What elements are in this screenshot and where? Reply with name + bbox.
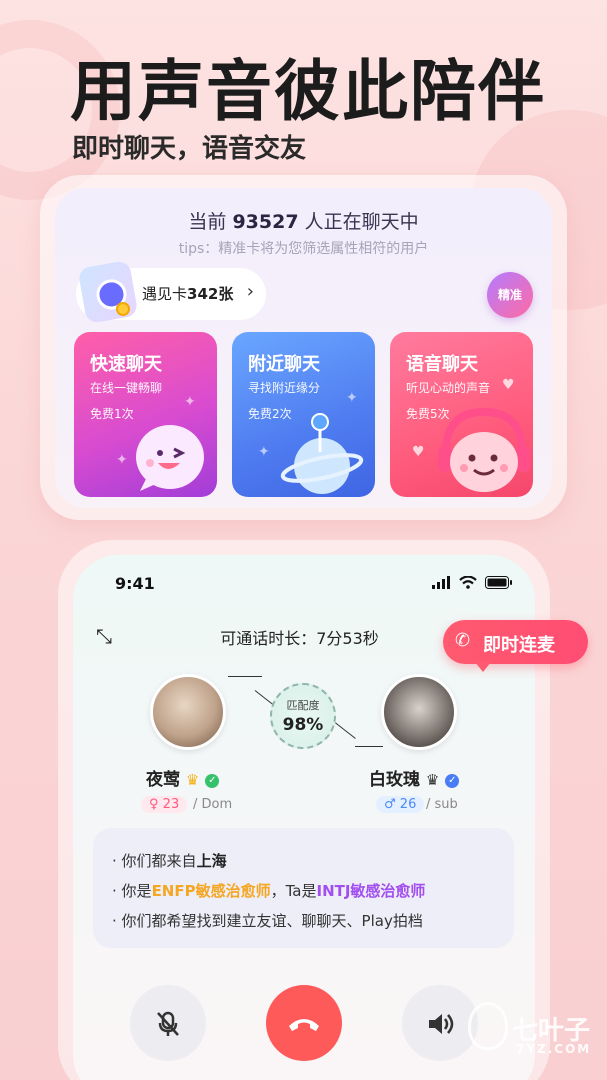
right-user-name: 白玫瑰 ♛ ✓ [369,765,460,790]
info-line-city: · 你们都来自上海 [112,852,227,870]
tile-desc: 在线一键畅聊 [90,381,163,395]
headphone-mascot-icon [438,407,530,492]
mute-icon [157,1011,179,1036]
instant-mic-button[interactable]: ✆ 即时连麦 [443,620,588,672]
personality-self: ENFP敏感治愈师 [151,882,271,900]
battery-icon [484,575,512,589]
role-text: sub [434,797,458,812]
left-user-role: / Dom [193,797,233,812]
signal-icon [432,575,450,589]
left-user-name: 夜莺 ♛ ✓ [146,765,220,790]
tile-title: 快速聊天 [90,354,162,375]
sparkle-icon: ✦ [184,394,196,410]
subline: 即时聊天，语音交友 [72,134,307,164]
phone-icon: ✆ [455,630,471,651]
crown-icon: ♛ [185,771,200,789]
mute-button[interactable] [130,985,206,1061]
tile-desc: 听见心动的声音 [406,381,491,395]
connector-line [355,746,383,747]
age: 23 [162,797,180,812]
info-text: 你们都来自 [121,852,197,870]
coin-icon [116,302,130,316]
status-time: 9:41 [115,574,155,593]
right-user-role: / sub [426,797,458,812]
chat-bubble-mascot-icon [136,425,204,491]
meet-card-count: 342张 [187,285,234,303]
tile-free: 免费1次 [90,407,134,421]
crown-icon: ♛ [425,771,440,789]
online-suffix: 人正在聊天中 [304,211,419,233]
male-age-badge: ♂ 26 [376,796,425,813]
watermark-sub: 7YZ.COM [516,1042,592,1056]
match-label: 匹配度 [286,699,320,712]
avatar-left[interactable] [150,674,226,750]
user-name: 夜莺 [146,770,180,790]
male-icon: ♂ [384,797,396,812]
heart-icon: ♥ [412,444,425,460]
headline: 用声音彼此陪伴 [70,53,546,130]
tips-text: tips：精准卡将为您筛选属性相符的用户 [178,241,429,257]
personality-other: INTJ敏感治愈师 [316,882,426,900]
leaf-logo-icon [468,1002,508,1050]
match-value: 98% [282,715,324,735]
tile-title: 附近聊天 [248,354,320,375]
meet-card-label: 遇见卡342张 [142,283,233,304]
tile-title: 语音聊天 [406,354,478,375]
precise-card-button[interactable]: 精准 [487,272,533,318]
sparkle-icon: ✦ [258,444,270,460]
wifi-icon [459,574,478,589]
info-text: ，Ta是 [270,882,317,900]
status-icons [432,574,513,590]
verified-icon: ✓ [445,774,460,788]
sparkle-icon: ✦ [346,390,358,406]
online-prefix: 当前 [188,211,227,233]
info-line-goals: · 你们都希望找到建立友谊、聊聊天、Play拍档 [112,912,423,930]
hangup-button[interactable] [266,985,342,1061]
info-line-personality: · 你是ENFP敏感治愈师，Ta是INTJ敏感治愈师 [112,882,426,900]
info-text: 你们都希望找到建立友谊、聊聊天、Play拍档 [121,912,423,930]
age: 26 [399,797,417,812]
quick-chat-tile[interactable]: 快速聊天 在线一键畅聊 免费1次 ✦ ✦ [74,332,217,497]
online-count-text: 当前 93527 人正在聊天中 [0,207,607,234]
meet-card-text: 遇见卡 [142,285,188,303]
planet-pin-icon [280,413,364,494]
nearby-chat-tile[interactable]: 附近聊天 寻找附近缘分 免费2次 ✦ ✦ [232,332,375,497]
user-name: 白玫瑰 [369,770,420,790]
female-icon: ♀ [149,797,159,812]
speaker-icon [429,1013,454,1034]
info-city: 上海 [196,852,227,870]
hangup-icon [289,1018,319,1031]
sparkle-icon: ✦ [116,452,128,468]
online-count: 93527 [232,211,299,233]
connector-line [228,676,262,677]
voice-chat-tile[interactable]: 语音聊天 听见心动的声音 免费5次 ♥ ♥ [390,332,533,497]
avatar-right[interactable] [381,674,457,750]
tile-desc: 寻找附近缘分 [248,381,321,395]
match-badge: 匹配度 98% [270,683,336,749]
meet-card-button[interactable]: 遇见卡342张 › [76,259,266,325]
female-age-badge: ♀ 23 [141,796,188,813]
instant-mic-label: 即时连麦 [483,635,555,656]
meet-card-icon [77,259,139,325]
verified-icon: ✓ [205,774,220,788]
chevron-right-icon: › [246,281,254,302]
info-text: 你是 [121,882,152,900]
role-text: Dom [201,797,233,812]
speaker-button[interactable] [402,985,478,1061]
heart-icon: ♥ [502,377,515,393]
